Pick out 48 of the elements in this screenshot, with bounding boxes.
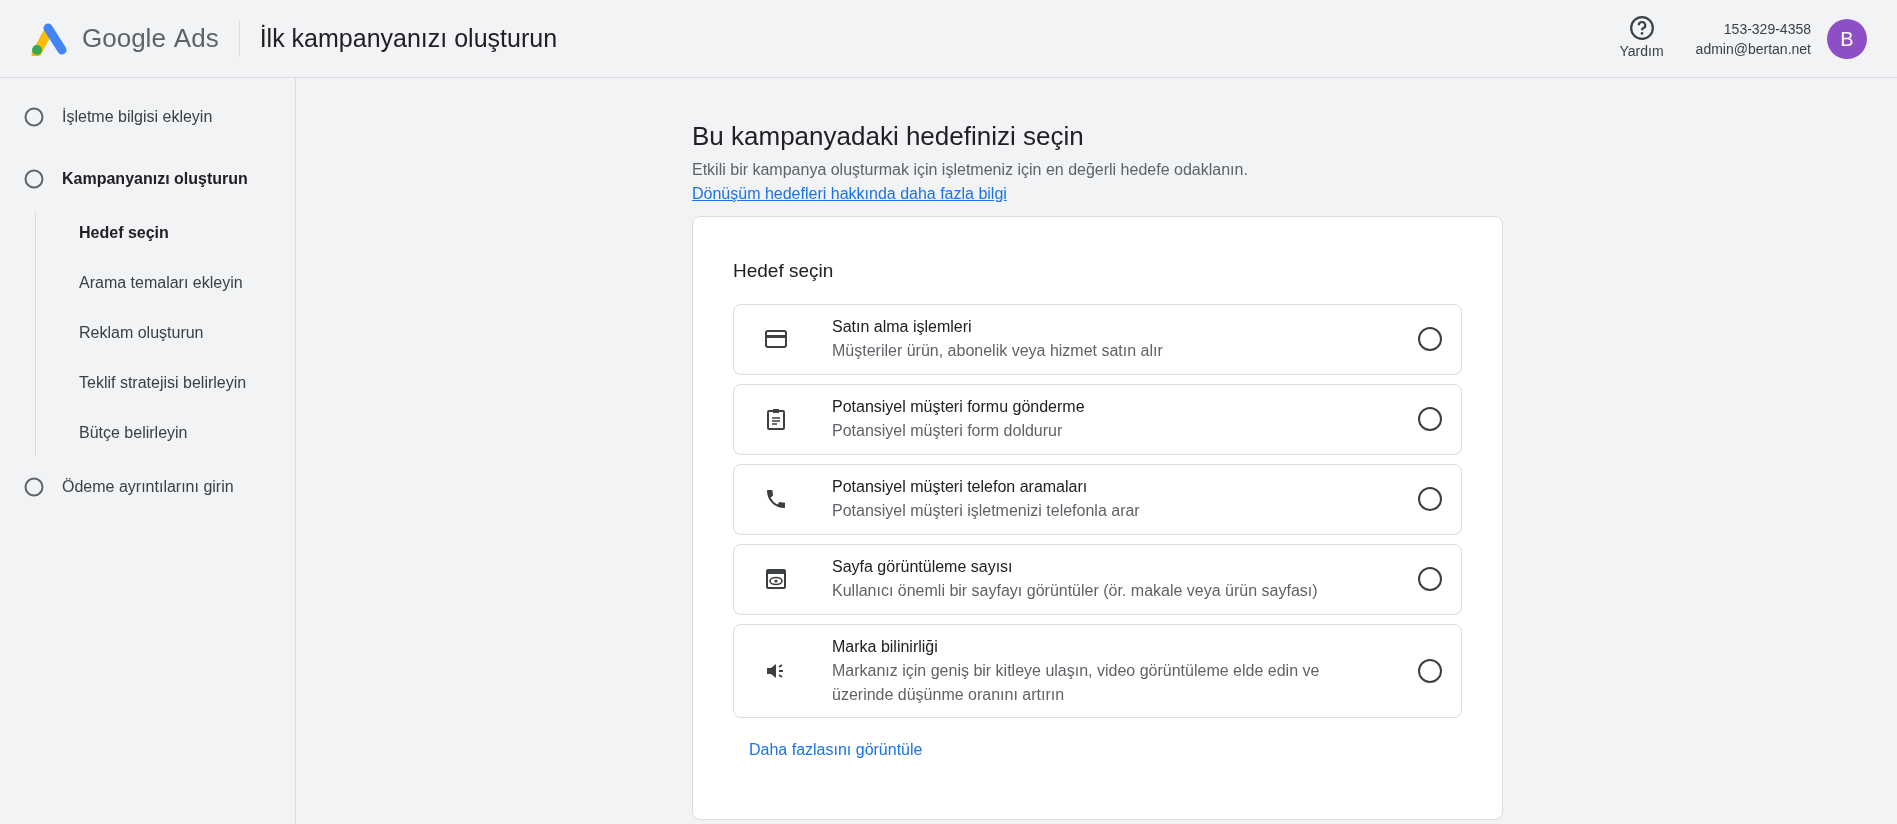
page-title: İlk kampanyanızı oluşturun bbox=[259, 22, 558, 54]
sidebar-substep[interactable]: Bütçe belirleyin bbox=[79, 420, 295, 446]
option-title: Potansiyel müşteri telefon aramaları bbox=[832, 477, 1089, 497]
help-button[interactable]: Yardım bbox=[1619, 15, 1664, 62]
goal-option[interactable]: Potansiyel müşteri formu gönderme Potansiyel müşteri form doldurur bbox=[733, 383, 1462, 455]
eye-icon bbox=[764, 567, 788, 591]
sidebar-step[interactable]: Kampanyanızı oluşturun bbox=[62, 167, 248, 191]
card-title: Hedef seçin bbox=[733, 259, 835, 283]
account-id: 153-329-4358 bbox=[1723, 19, 1811, 39]
option-description: Markanız için geniş bir kitleye ulaşın, video görüntüleme elde edin ve üzerinde düşünme oranını artırın bbox=[832, 660, 1321, 705]
option-radio[interactable] bbox=[1417, 566, 1443, 592]
phone-icon bbox=[764, 487, 788, 511]
step-radio-icon bbox=[24, 169, 44, 189]
option-description: Potansiyel müşteri işletmenizi telefonla arar bbox=[832, 501, 1141, 521]
option-title: Potansiyel müşteri formu gönderme bbox=[832, 397, 1086, 417]
option-description: Kullanıcı önemli bir sayfayı görüntüler (ör. makale veya ürün sayfası) bbox=[832, 581, 1319, 601]
step-radio-icon bbox=[24, 477, 44, 497]
sidebar-substep[interactable]: Hedef seçin bbox=[79, 220, 295, 246]
logo-product-text: Ads bbox=[173, 22, 219, 55]
step-radio-icon bbox=[24, 107, 44, 127]
option-description: Müşteriler ürün, abonelik veya hizmet satın alır bbox=[832, 341, 1164, 361]
section-description: Etkili bir kampanya oluşturmak için işletmeniz için en değerli hedefe odaklanın. Dönüşüm hedefleri hakkında daha fazla bilgi bbox=[692, 160, 1249, 204]
option-radio[interactable] bbox=[1417, 486, 1443, 512]
sidebar-substep[interactable]: Teklif stratejisi belirleyin bbox=[79, 370, 295, 396]
section-heading: Bu kampanyadaki hedefinizi seçin bbox=[692, 120, 1085, 153]
account-avatar[interactable]: B bbox=[1827, 18, 1867, 59]
goal-option[interactable]: Sayfa görüntüleme sayısı Kullanıcı önemli bir sayfayı görüntüler (ör. makale veya ürün sayfası) bbox=[733, 543, 1462, 615]
help-icon bbox=[1628, 15, 1655, 41]
option-title: Marka bilinirliği bbox=[832, 636, 939, 657]
sidebar-step[interactable]: İşletme bilgisi ekleyin bbox=[62, 105, 213, 129]
account-email: admin@bertan.net bbox=[1695, 39, 1811, 59]
option-title: Satın alma işlemleri bbox=[832, 317, 973, 337]
option-radio[interactable] bbox=[1417, 326, 1443, 352]
sidebar-substep[interactable]: Arama temaları ekleyin bbox=[79, 270, 295, 296]
goal-option[interactable]: Satın alma işlemleri Müşteriler ürün, abonelik veya hizmet satın alır bbox=[733, 303, 1462, 375]
option-title: Sayfa görüntüleme sayısı bbox=[832, 557, 1014, 577]
option-description: Potansiyel müşteri form doldurur bbox=[832, 421, 1064, 441]
option-radio[interactable] bbox=[1417, 657, 1443, 684]
option-radio[interactable] bbox=[1417, 406, 1443, 432]
show-more-link[interactable]: Daha fazlasını görüntüle bbox=[749, 737, 923, 762]
credit-card-icon bbox=[764, 327, 788, 351]
goal-option[interactable]: Marka bilinirliği Markanız için geniş bir kitleye ulaşın, video görüntüleme elde edin ve üzerinde düşünme oranını artırın bbox=[733, 623, 1462, 718]
sidebar-step[interactable]: Ödeme ayrıntılarını girin bbox=[62, 475, 234, 499]
goal-option[interactable]: Potansiyel müşteri telefon aramaları Potansiyel müşteri işletmenizi telefonla arar bbox=[733, 463, 1462, 535]
learn-more-link[interactable]: Dönüşüm hedefleri hakkında daha fazla bilgi bbox=[692, 185, 1007, 202]
clipboard-icon bbox=[764, 407, 788, 431]
sidebar-substep[interactable]: Reklam oluşturun bbox=[79, 320, 295, 346]
logo-text: Google bbox=[82, 22, 166, 55]
